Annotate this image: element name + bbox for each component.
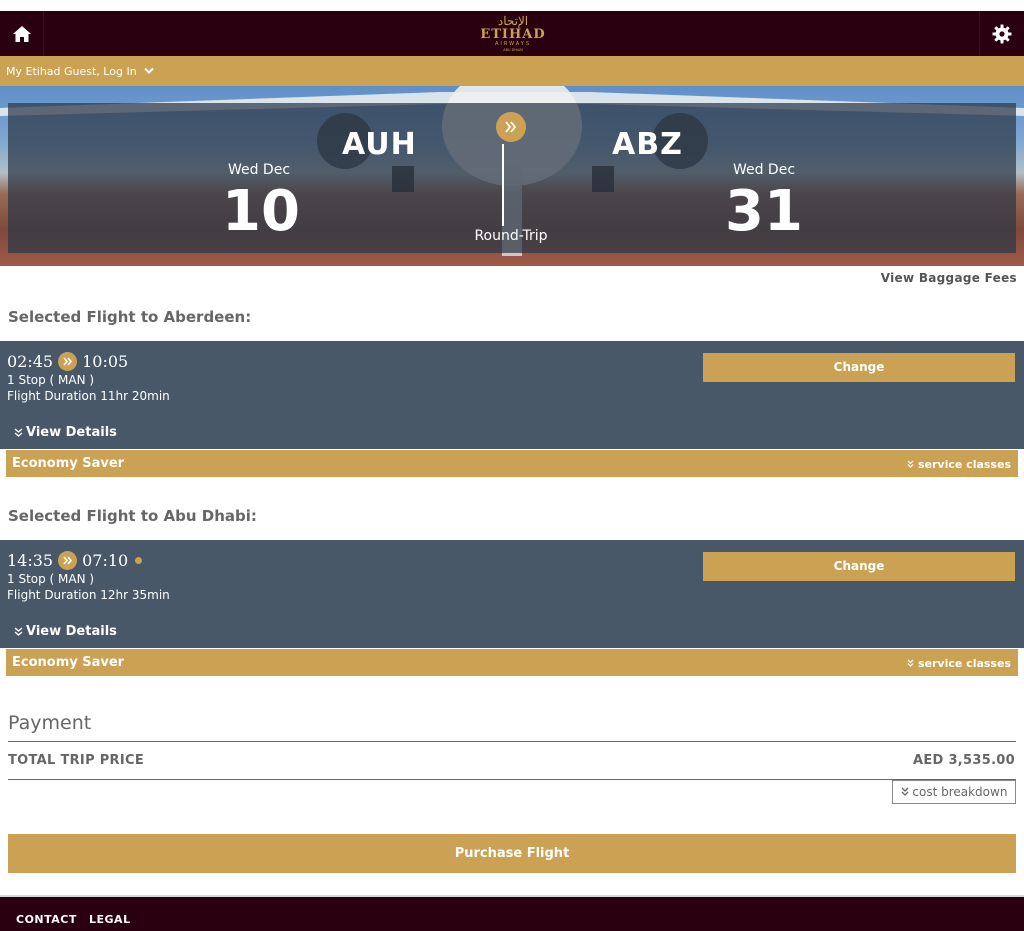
outbound-arrive-time: 10:05 (82, 352, 129, 371)
total-price-value: AED 3,535.00 (912, 753, 1015, 768)
outbound-flight-card: 02:45 10:05 1 Stop ( MAN ) Flight Durati… (0, 341, 1024, 449)
inbound-change-button[interactable]: Change (703, 552, 1015, 581)
top-strip (0, 0, 1024, 11)
inbound-cabin-bar: Economy Saver service classes (6, 649, 1018, 676)
double-chevron-down-icon (907, 460, 914, 468)
chevron-down-icon (143, 67, 154, 74)
double-chevron-down-icon (14, 428, 23, 437)
depart-date-label: Wed Dec (227, 162, 291, 178)
settings-button[interactable] (979, 11, 1024, 56)
view-details-label: View Details (26, 624, 117, 639)
inbound-view-details[interactable]: View Details (14, 624, 117, 639)
inbound-service-classes[interactable]: service classes (907, 657, 1011, 670)
cost-breakdown-button[interactable]: cost breakdown (892, 780, 1016, 804)
outbound-duration: Flight Duration 11hr 20min (7, 389, 170, 403)
origin-code: AUH (342, 127, 417, 162)
outbound-view-details[interactable]: View Details (14, 425, 117, 440)
payment-title: Payment (8, 712, 92, 734)
service-classes-label: service classes (917, 458, 1011, 471)
inbound-cabin-class: Economy Saver (12, 655, 125, 670)
view-details-label: View Details (26, 425, 117, 440)
destination-code: ABZ (612, 127, 683, 162)
outbound-cabin-class: Economy Saver (12, 456, 125, 471)
double-chevron-right-icon (58, 551, 78, 570)
double-chevron-down-icon (907, 659, 914, 667)
svg-text:ABU DHABI: ABU DHABI (503, 48, 523, 52)
double-chevron-down-icon (14, 627, 23, 636)
footer-contact-link[interactable]: CONTACT (16, 913, 77, 926)
svg-text:ETIHAD: ETIHAD (480, 27, 545, 42)
etihad-logo[interactable]: الإتحاد ETIHAD AIRWAYS ABU DHABI (470, 13, 556, 53)
trip-type: Round-Trip (474, 228, 548, 244)
return-date-label: Wed Dec (732, 162, 796, 178)
footer: CONTACT LEGAL (0, 897, 1024, 931)
login-label[interactable]: My Etihad Guest, Log In (6, 65, 137, 78)
total-price-label: TOTAL TRIP PRICE (8, 753, 145, 768)
top-navbar: الإتحاد ETIHAD AIRWAYS ABU DHABI (0, 11, 1024, 56)
svg-text:AIRWAYS: AIRWAYS (495, 41, 531, 47)
outbound-stops: 1 Stop ( MAN ) (7, 373, 95, 387)
outbound-service-classes[interactable]: service classes (907, 458, 1011, 471)
footer-legal-link[interactable]: LEGAL (89, 913, 131, 926)
trip-hero: AUH ABZ Wed Dec 10 Wed Dec 31 Round-Trip (0, 86, 1024, 266)
outbound-depart-time: 02:45 (7, 352, 54, 371)
purchase-flight-button[interactable]: Purchase Flight (8, 834, 1016, 873)
user-login-bar[interactable]: My Etihad Guest, Log In (0, 56, 1024, 86)
home-icon (12, 25, 31, 42)
baggage-fees-link[interactable]: View Baggage Fees (881, 271, 1017, 285)
outbound-change-button[interactable]: Change (703, 353, 1015, 382)
inbound-stops: 1 Stop ( MAN ) (7, 572, 95, 586)
inbound-arrive-time: 07:10 (82, 551, 129, 570)
outbound-title: Selected Flight to Aberdeen: (8, 308, 252, 326)
cost-breakdown-label: cost breakdown (912, 785, 1008, 799)
return-day: 31 (725, 179, 803, 244)
outbound-times: 02:45 10:05 (7, 352, 128, 371)
inbound-title: Selected Flight to Abu Dhabi: (8, 507, 257, 525)
inbound-flight-card: 14:35 07:10 1 Stop ( MAN ) Flight Durati… (0, 540, 1024, 648)
double-chevron-down-icon (901, 787, 909, 796)
service-classes-label: service classes (917, 657, 1011, 670)
home-button[interactable] (0, 11, 44, 56)
depart-day: 10 (222, 179, 300, 244)
inbound-depart-time: 14:35 (7, 551, 54, 570)
trip-divider (502, 144, 504, 226)
gear-icon (992, 24, 1012, 43)
outbound-cabin-bar: Economy Saver service classes (6, 450, 1018, 477)
inbound-duration: Flight Duration 12hr 35min (7, 588, 170, 602)
divider (8, 779, 1016, 780)
next-day-indicator (135, 557, 143, 564)
double-chevron-right-icon (58, 352, 78, 371)
double-chevron-right-icon (496, 112, 526, 142)
divider (8, 741, 1016, 742)
inbound-times: 14:35 07:10 (7, 551, 143, 570)
